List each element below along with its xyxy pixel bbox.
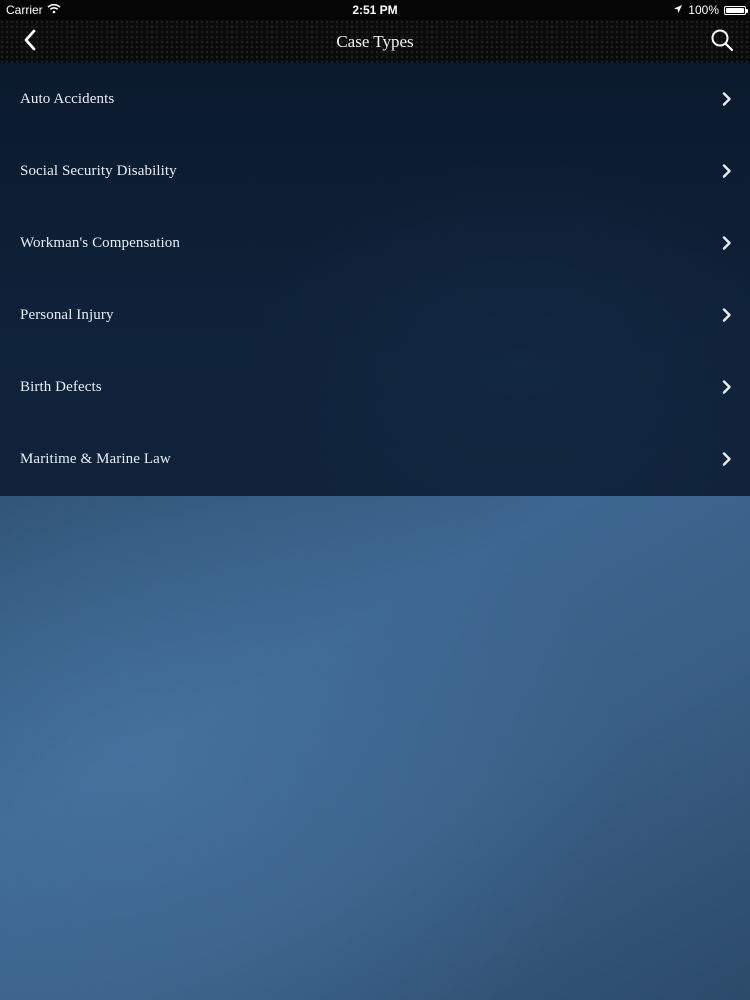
- case-types-list: Auto Accidents Social Security Disabilit…: [0, 63, 750, 496]
- battery-percent: 100%: [688, 3, 719, 17]
- list-item-label: Auto Accidents: [20, 90, 115, 107]
- list-item-label: Workman's Compensation: [20, 234, 180, 251]
- list-item-label: Social Security Disability: [20, 162, 177, 179]
- chevron-right-icon: [720, 380, 734, 394]
- list-item-label: Personal Injury: [20, 306, 114, 323]
- list-item-personal-injury[interactable]: Personal Injury: [0, 279, 750, 351]
- location-arrow-icon: [673, 0, 683, 20]
- list-item-label: Maritime & Marine Law: [20, 450, 171, 467]
- navigation-bar: Case Types: [0, 20, 750, 63]
- chevron-right-icon: [720, 92, 734, 106]
- status-right: 100%: [673, 0, 748, 20]
- battery-fill: [726, 7, 744, 13]
- back-button[interactable]: [14, 26, 46, 58]
- chevron-left-icon: [23, 29, 37, 56]
- list-item-workmans-compensation[interactable]: Workman's Compensation: [0, 207, 750, 279]
- search-button[interactable]: [706, 26, 738, 58]
- list-item-social-security-disability[interactable]: Social Security Disability: [0, 135, 750, 207]
- search-icon: [710, 28, 734, 57]
- battery-icon: [724, 5, 748, 15]
- chevron-right-icon: [720, 308, 734, 322]
- chevron-right-icon: [720, 236, 734, 250]
- list-item-birth-defects[interactable]: Birth Defects: [0, 351, 750, 423]
- list-item-maritime-marine-law[interactable]: Maritime & Marine Law: [0, 423, 750, 495]
- list-item-auto-accidents[interactable]: Auto Accidents: [0, 63, 750, 135]
- chevron-right-icon: [720, 164, 734, 178]
- status-time: 2:51 PM: [352, 3, 398, 17]
- list-item-label: Birth Defects: [20, 378, 102, 395]
- chevron-right-icon: [720, 452, 734, 466]
- status-bar: Carrier 2:51 PM 100%: [0, 0, 750, 20]
- page-title: Case Types: [336, 32, 414, 51]
